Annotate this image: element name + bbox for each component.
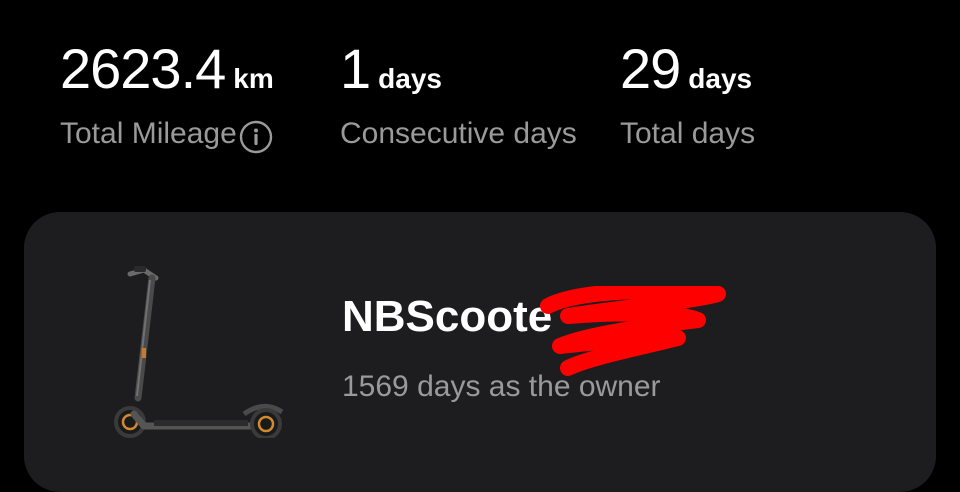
consecutive-days-value-row: 1 days (340, 36, 577, 101)
consecutive-days-unit: days (378, 63, 442, 94)
info-icon[interactable] (239, 120, 272, 154)
device-card[interactable]: NBScoote 1569 days as the owner (24, 212, 936, 492)
owner-duration-text: 1569 days as the owner (342, 370, 661, 403)
total-mileage-label-row: Total Mileage (60, 117, 274, 154)
scooter-image (104, 248, 294, 440)
total-days-unit: days (688, 63, 753, 94)
consecutive-days-value: 1 (340, 37, 371, 100)
device-name: NBScoote (342, 292, 553, 341)
consecutive-days-stat: 1 days Consecutive days (340, 36, 577, 151)
total-days-value: 29 (620, 37, 681, 100)
total-mileage-unit: km (233, 63, 274, 94)
total-days-stat: 29 days Total days (620, 36, 755, 151)
total-mileage-label: Total Mileage (60, 117, 237, 150)
redaction-scribble (538, 282, 728, 378)
consecutive-days-label: Consecutive days (340, 117, 577, 150)
device-name-wrapper: NBScoote (342, 282, 726, 376)
total-mileage-value-row: 2623.4 km (60, 36, 274, 101)
total-mileage-value: 2623.4 (60, 37, 226, 100)
stats-section: 2623.4 km Total Mileage 1 days Consecuti… (0, 0, 960, 200)
total-days-value-row: 29 days (620, 36, 755, 101)
total-mileage-stat: 2623.4 km Total Mileage (60, 36, 274, 154)
total-days-label: Total days (620, 117, 756, 150)
total-days-label-row: Total days (620, 117, 755, 151)
consecutive-days-label-row: Consecutive days (340, 117, 577, 151)
